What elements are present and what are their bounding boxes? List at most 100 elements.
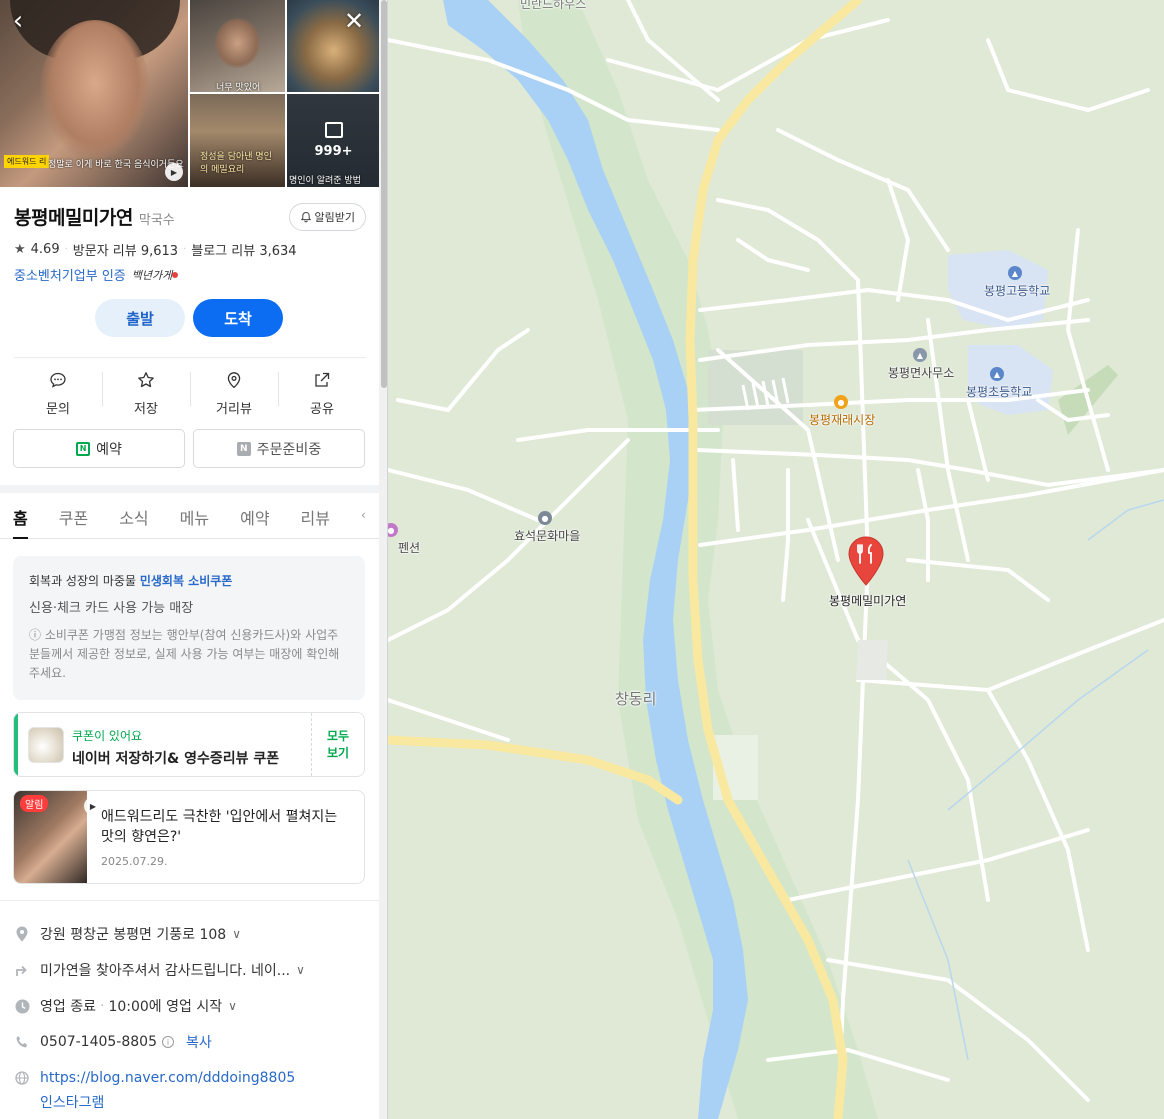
photo-thumb-2[interactable]: 너무 맛있어: [190, 0, 285, 92]
location-pin-icon: [224, 370, 244, 390]
action-save[interactable]: 저장: [102, 370, 190, 417]
certification-row: 중소벤처기업부 인증 백년가게: [14, 265, 366, 284]
notice-highlight: 민생회복 소비쿠폰: [139, 574, 233, 588]
school-icon[interactable]: ▲: [990, 367, 1004, 381]
rating-value: 4.69: [30, 242, 60, 257]
map-label-elementary[interactable]: 봉평초등학교: [966, 383, 1032, 400]
news-card[interactable]: 알림 ▶ 애드워드리도 극찬한 '입안에서 펼쳐지는 맛의 향연은?' 2025…: [13, 790, 365, 884]
instagram-row: 인스타그램: [14, 1090, 366, 1114]
address-row[interactable]: 강원 평창군 봉평면 기풍로 108 ∨: [14, 916, 366, 952]
tab-review[interactable]: 리뷰: [301, 493, 330, 538]
caption-tag: 에드워드 리: [4, 155, 50, 168]
rating-row: ★ 4.69 · 방문자 리뷰 9,613 · 블로그 리뷰 3,634: [14, 240, 297, 259]
map-canvas[interactable]: ▲ 봉평고등학교 ▲ 봉평면사무소 ▲ 봉평초등학교 ● 봉평재래시장 ● 효석…: [388, 0, 1164, 1119]
school-area: [968, 345, 1053, 415]
tab-menu[interactable]: 메뉴: [180, 493, 209, 538]
coupon-label: 쿠폰이 있어요: [72, 729, 143, 743]
map-label-top[interactable]: 민란드하우스: [520, 0, 586, 12]
view-all-line2: 보기: [326, 745, 350, 760]
news-thumbnail: 알림 ▶: [14, 791, 102, 883]
phone-row: 0507-1405-8805 i 복사: [14, 1024, 366, 1060]
arrive-button[interactable]: 도착: [193, 299, 283, 337]
website-link[interactable]: https://blog.naver.com/dddoing8805: [40, 1070, 295, 1086]
school-icon[interactable]: ▲: [1008, 266, 1022, 280]
photo-thumb-4[interactable]: 정성을 담아낸 명인의 메밀요리: [190, 94, 285, 187]
order-button[interactable]: N 주문준비중: [193, 429, 365, 468]
tab-home[interactable]: 홈: [13, 493, 28, 539]
tab-news[interactable]: 소식: [119, 493, 148, 538]
action-inquiry[interactable]: 문의: [14, 370, 102, 417]
visitor-reviews-link[interactable]: 방문자 리뷰 9,613: [73, 240, 178, 259]
clock-icon: [14, 998, 30, 1014]
news-badge: 알림: [20, 795, 49, 812]
action-streetview[interactable]: 거리뷰: [190, 370, 278, 417]
direction-arrow-icon: [14, 962, 30, 978]
directions-text: 미가연을 찾아주셔서 감사드립니다. 네이...: [40, 963, 291, 979]
directions-row[interactable]: 미가연을 찾아주셔서 감사드립니다. 네이... ∨: [14, 952, 366, 988]
section-gap: [0, 485, 380, 493]
map-base: [388, 0, 1164, 1119]
back-icon[interactable]: ‹: [6, 8, 30, 34]
tab-coupon[interactable]: 쿠폰: [59, 493, 88, 538]
instagram-link[interactable]: 인스타그램: [40, 1092, 104, 1112]
tabs-scroll-icon[interactable]: ‹: [361, 493, 366, 538]
photo-caption: 명인이 알려준 방법: [289, 176, 361, 186]
map-label-high-school[interactable]: 봉평고등학교: [984, 282, 1050, 299]
chat-bubble-icon: [48, 370, 68, 390]
map-pin-icon: [14, 926, 30, 942]
photo-caption: 정성을 담아낸 명인의 메밀요리: [200, 152, 272, 175]
certification-label[interactable]: 중소벤처기업부 인증: [14, 265, 126, 284]
hours-next: 10:00에 영업 시작: [108, 999, 223, 1015]
website-row: https://blog.naver.com/dddoing8805: [14, 1066, 366, 1090]
consumer-coupon-notice: 회복과 성장의 마중물 민생회복 소비쿠폰 신용·체크 카드 사용 가능 매장 …: [13, 556, 365, 700]
close-icon[interactable]: ✕: [342, 9, 366, 34]
photo-count: 999+: [314, 144, 353, 159]
place-detail-panel: 에드워드 리 정말로 이게 바로 한국 음식이거든요 ▶ 너무 맛있어 정성을 …: [0, 0, 388, 1119]
restaurant-marker-icon[interactable]: [847, 536, 885, 586]
address-text: 강원 평창군 봉평면 기풍로 108: [40, 927, 227, 943]
alarm-button[interactable]: 알림받기: [288, 203, 366, 231]
news-date: 2025.07.29.: [100, 855, 168, 868]
tab-reserve[interactable]: 예약: [240, 493, 269, 538]
play-icon[interactable]: ▶: [165, 163, 183, 181]
photo-thumb-3[interactable]: [287, 0, 380, 92]
map-label-pension[interactable]: 펜션: [398, 539, 420, 556]
certification-logo: 백년가게: [131, 268, 173, 282]
view-all-line1: 모두: [326, 728, 350, 743]
action-label: 거리뷰: [216, 402, 252, 417]
action-share[interactable]: 공유: [278, 370, 366, 417]
government-office-icon[interactable]: ▲: [913, 348, 927, 362]
place-info: 봉평메밀미가연 막국수 알림받기 ★ 4.69 · 방문자 리뷰 9,613 ·…: [14, 203, 366, 284]
map-label-culture-village[interactable]: 효석문화마을: [514, 527, 580, 544]
naver-order-icon: N: [236, 441, 251, 456]
photo-gallery: 에드워드 리 정말로 이게 바로 한국 음식이거든요 ▶ 너무 맛있어 정성을 …: [0, 0, 380, 187]
reserve-label: 예약: [96, 441, 122, 458]
copy-button[interactable]: 복사: [186, 1032, 212, 1052]
hours-row[interactable]: 영업 종료 · 10:00에 영업 시작 ∨: [14, 988, 366, 1024]
landmark-icon[interactable]: ●: [538, 511, 552, 525]
reserve-button[interactable]: N 예약: [13, 429, 185, 468]
blog-reviews-link[interactable]: 블로그 리뷰 3,634: [191, 240, 296, 259]
chevron-down-icon: ∨: [296, 963, 305, 977]
panel-scrollbar-thumb[interactable]: [381, 0, 387, 388]
coupon-view-all-button[interactable]: 모두 보기: [311, 713, 364, 776]
share-icon: [312, 370, 332, 390]
notice-body: ⓘ 소비쿠폰 가맹점 정보는 행안부(참여 신용카드사)와 사업주분들께서 제공…: [29, 628, 340, 680]
phone-number: 0507-1405-8805: [40, 1034, 157, 1050]
action-label: 공유: [310, 402, 334, 417]
bell-icon: [300, 211, 311, 223]
coupon-card[interactable]: 쿠폰이 있어요 네이버 저장하기& 영수증리뷰 쿠폰 모두 보기: [13, 712, 365, 777]
action-label: 문의: [46, 402, 70, 417]
map-label-restaurant[interactable]: 봉평메밀미가연: [829, 592, 906, 609]
map-label-office[interactable]: 봉평면사무소: [888, 364, 954, 381]
news-title: 애드워드리도 극찬한 '입안에서 펼쳐지는 맛의 향연은?': [100, 809, 338, 845]
naver-reserve-icon: N: [76, 441, 91, 456]
coupon-accent: [14, 713, 18, 776]
map-label-market[interactable]: 봉평재래시장: [809, 411, 875, 428]
info-icon[interactable]: i: [162, 1036, 174, 1048]
place-details: 강원 평창군 봉평면 기풍로 108 ∨ 미가연을 찾아주셔서 감사드립니다. …: [14, 916, 366, 1114]
market-icon[interactable]: ●: [834, 395, 848, 409]
place-category: 막국수: [138, 213, 175, 228]
depart-button[interactable]: 출발: [95, 299, 185, 337]
photo-thumb-more[interactable]: 999+ 명인이 알려준 방법: [287, 94, 380, 187]
